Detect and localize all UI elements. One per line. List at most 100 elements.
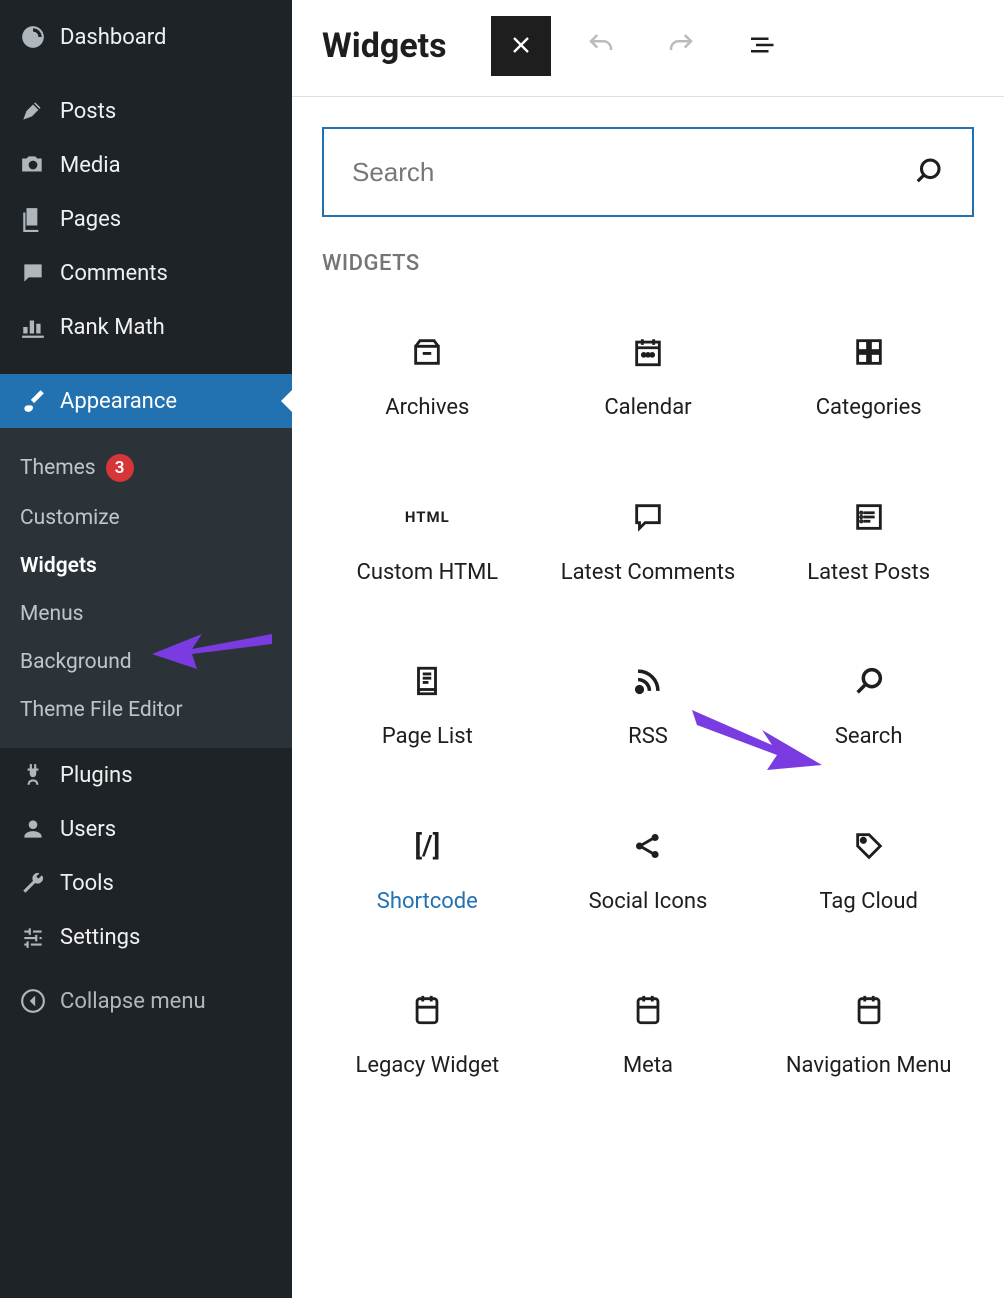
widget-shortcode[interactable]: [/] Shortcode (322, 810, 533, 935)
editor-topbar: Widgets (292, 0, 1004, 97)
redo-button[interactable] (651, 16, 711, 76)
page-title: Widgets (322, 26, 447, 66)
widget-search[interactable]: Search (763, 645, 974, 770)
submenu-label: Theme File Editor (20, 698, 183, 722)
comment-icon (20, 260, 60, 286)
submenu-themes[interactable]: Themes 3 (0, 442, 292, 494)
submenu-label: Background (20, 650, 132, 674)
search-box (322, 127, 974, 217)
widget-label: Calendar (604, 394, 691, 423)
search-magnify-icon (851, 663, 887, 699)
inserter-panel: WIDGETS Archives Calendar Categories (292, 97, 1004, 1129)
search-icon (914, 155, 944, 189)
calendar-icon (630, 334, 666, 370)
wrench-icon (20, 870, 60, 896)
list-view-icon (746, 30, 776, 63)
shortcode-icon: [/] (409, 828, 445, 864)
pages-stack-icon (409, 663, 445, 699)
sidebar-item-rank-math[interactable]: Rank Math (0, 300, 292, 354)
widgets-grid: Archives Calendar Categories HTML Custom… (322, 316, 974, 1099)
widget-label: Social Icons (589, 888, 708, 917)
sidebar-item-label: Appearance (60, 389, 177, 414)
list-icon (851, 499, 887, 535)
submenu-widgets[interactable]: Widgets (0, 542, 292, 590)
widget-tag-cloud[interactable]: Tag Cloud (763, 810, 974, 935)
widget-label: Navigation Menu (786, 1052, 952, 1081)
archive-icon (409, 334, 445, 370)
sidebar-item-label: Settings (60, 925, 140, 950)
widget-archives[interactable]: Archives (322, 316, 533, 441)
widget-rss[interactable]: RSS (543, 645, 754, 770)
dashboard-icon (20, 24, 60, 50)
sidebar-item-label: Comments (60, 261, 168, 286)
chart-icon (20, 314, 60, 340)
sidebar-item-label: Posts (60, 99, 116, 124)
widget-latest-comments[interactable]: Latest Comments (543, 481, 754, 606)
widget-label: Shortcode (377, 888, 478, 917)
submenu-customize[interactable]: Customize (0, 494, 292, 542)
brush-icon (20, 388, 60, 414)
sidebar-item-tools[interactable]: Tools (0, 856, 292, 910)
sidebar-item-label: Plugins (60, 763, 133, 788)
widget-calendar[interactable]: Calendar (543, 316, 754, 441)
undo-button[interactable] (571, 16, 631, 76)
widget-label: Search (835, 723, 903, 752)
rss-icon (630, 663, 666, 699)
sidebar-item-posts[interactable]: Posts (0, 84, 292, 138)
plug-icon (20, 762, 60, 788)
widget-label: Meta (623, 1052, 673, 1081)
widget-label: Page List (382, 723, 473, 752)
pin-icon (20, 98, 60, 124)
sidebar-item-label: Tools (60, 871, 114, 896)
close-icon (507, 31, 535, 62)
pages-icon (20, 206, 60, 232)
html-icon: HTML (409, 499, 445, 535)
sidebar-item-label: Users (60, 817, 116, 842)
collapse-menu-button[interactable]: Collapse menu (0, 974, 292, 1028)
widget-social-icons[interactable]: Social Icons (543, 810, 754, 935)
widget-legacy-widget[interactable]: Legacy Widget (322, 974, 533, 1099)
sidebar-item-dashboard[interactable]: Dashboard (0, 10, 292, 64)
submenu-background[interactable]: Background (0, 638, 292, 686)
sidebar-item-plugins[interactable]: Plugins (0, 748, 292, 802)
sliders-icon (20, 924, 60, 950)
widget-page-list[interactable]: Page List (322, 645, 533, 770)
submenu-label: Themes (20, 456, 96, 480)
main-content: Widgets WIDG (292, 0, 1004, 1298)
themes-badge: 3 (106, 454, 134, 482)
nav-menu-icon (851, 992, 887, 1028)
close-inserter-button[interactable] (491, 16, 551, 76)
sidebar-item-settings[interactable]: Settings (0, 910, 292, 964)
widget-label: Archives (385, 394, 469, 423)
widget-label: Latest Comments (561, 559, 736, 588)
list-view-button[interactable] (731, 16, 791, 76)
sidebar-item-comments[interactable]: Comments (0, 246, 292, 300)
widget-label: Categories (816, 394, 922, 423)
widget-custom-html[interactable]: HTML Custom HTML (322, 481, 533, 606)
legacy-icon (409, 992, 445, 1028)
share-icon (630, 828, 666, 864)
widget-label: Custom HTML (357, 559, 499, 588)
comment-bubble-icon (630, 499, 666, 535)
sidebar-item-label: Rank Math (60, 315, 165, 340)
widget-label: Tag Cloud (819, 888, 917, 917)
search-input[interactable] (352, 157, 914, 188)
submenu-menus[interactable]: Menus (0, 590, 292, 638)
submenu-label: Widgets (20, 554, 97, 578)
widget-navigation-menu[interactable]: Navigation Menu (763, 974, 974, 1099)
collapse-label: Collapse menu (60, 989, 206, 1014)
sidebar-item-pages[interactable]: Pages (0, 192, 292, 246)
sidebar-item-media[interactable]: Media (0, 138, 292, 192)
sidebar-item-users[interactable]: Users (0, 802, 292, 856)
widget-label: Latest Posts (807, 559, 930, 588)
widget-categories[interactable]: Categories (763, 316, 974, 441)
meta-icon (630, 992, 666, 1028)
widget-label: Legacy Widget (355, 1052, 499, 1081)
sidebar-item-appearance[interactable]: Appearance (0, 374, 292, 428)
widget-meta[interactable]: Meta (543, 974, 754, 1099)
user-icon (20, 816, 60, 842)
appearance-submenu: Themes 3 Customize Widgets Menus Backgro… (0, 428, 292, 748)
submenu-theme-file-editor[interactable]: Theme File Editor (0, 686, 292, 734)
admin-sidebar: Dashboard Posts Media Pages Comments Ran… (0, 0, 292, 1298)
widget-latest-posts[interactable]: Latest Posts (763, 481, 974, 606)
